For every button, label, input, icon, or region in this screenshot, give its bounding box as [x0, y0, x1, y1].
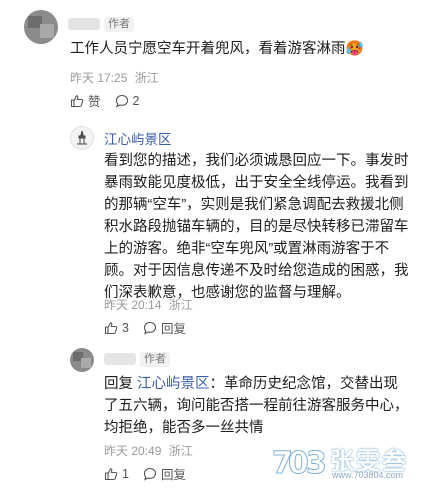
username-blurred[interactable] — [68, 18, 100, 30]
like-count: 1 — [122, 466, 129, 481]
reply-label: 回复 — [160, 468, 186, 482]
reply-to-user[interactable]: 江心屿景区 — [137, 376, 210, 392]
like-label: 赞 — [88, 95, 101, 109]
comment-1: 作者 工作人员宁愿空车开着兜风，看着游客淋雨🥵 昨天 17:25 浙江 赞 2 — [0, 0, 424, 118]
thumbs-up-icon — [70, 94, 84, 107]
comment-time: 昨天 17:25 — [70, 71, 128, 85]
comment-actions: 1 回复 — [104, 464, 200, 483]
reply-label: 回复 — [160, 322, 186, 336]
author-badge: 作者 — [104, 17, 134, 32]
reply-prefix: 回复 — [104, 376, 133, 392]
comment-bubble-icon — [115, 94, 128, 108]
watermark: 7 0 3 张雯叁 www.703804.com — [270, 439, 418, 485]
watermark-url: www.703804.com — [332, 470, 404, 480]
comment-text: 看到您的描述，我们必须诚恳回应一下。事发时暴雨致能见度极低，出于安全全线停运。我… — [104, 153, 409, 301]
scenic-logo-icon — [77, 130, 87, 145]
comment-actions: 3 回复 — [104, 318, 200, 337]
avatar[interactable] — [70, 126, 94, 150]
avatar[interactable] — [70, 348, 94, 372]
comment-2: 江心屿景区 看到您的描述，我们必须诚恳回应一下。事发时暴雨致能见度极低，出于安全… — [0, 118, 424, 340]
comment-time: 昨天 20:49 — [104, 444, 162, 458]
comment-bubble-icon — [143, 321, 157, 335]
reply-button[interactable]: 回复 — [143, 318, 186, 337]
comment-meta: 昨天 20:49 浙江 — [104, 442, 197, 459]
reply-button[interactable]: 回复 — [143, 464, 186, 483]
comment-bubble-icon — [143, 467, 157, 481]
comment-meta: 昨天 20:14 浙江 — [104, 296, 197, 313]
username-blurred[interactable] — [104, 353, 136, 365]
watermark-logo-icon: 7 0 3 — [272, 446, 327, 482]
like-button[interactable]: 1 — [104, 467, 129, 481]
like-button[interactable]: 赞 — [70, 91, 101, 110]
reply-button[interactable]: 2 — [115, 93, 140, 108]
like-count: 3 — [122, 320, 129, 335]
thumbs-up-icon — [104, 467, 118, 480]
avatar[interactable] — [24, 10, 58, 44]
comment-location: 浙江 — [168, 298, 193, 312]
thumbs-up-icon — [104, 321, 118, 334]
svg-text:3: 3 — [306, 446, 326, 481]
comment-actions: 赞 2 — [70, 91, 153, 110]
username[interactable]: 江心屿景区 — [104, 128, 172, 148]
comment-location: 浙江 — [134, 71, 159, 85]
comment-text: 回复 江心屿景区：革命历史纪念馆，交替出现了五六辆，询问能否搭一程前往游客服务中… — [104, 373, 410, 439]
comment-time: 昨天 20:14 — [104, 298, 162, 312]
comment-text: 工作人员宁愿空车开着兜风，看着游客淋雨🥵 — [70, 41, 364, 57]
like-button[interactable]: 3 — [104, 321, 129, 335]
reply-count: 2 — [132, 93, 140, 108]
comment-meta: 昨天 17:25 浙江 — [70, 69, 163, 86]
comment-location: 浙江 — [168, 444, 193, 458]
author-badge: 作者 — [140, 352, 170, 367]
